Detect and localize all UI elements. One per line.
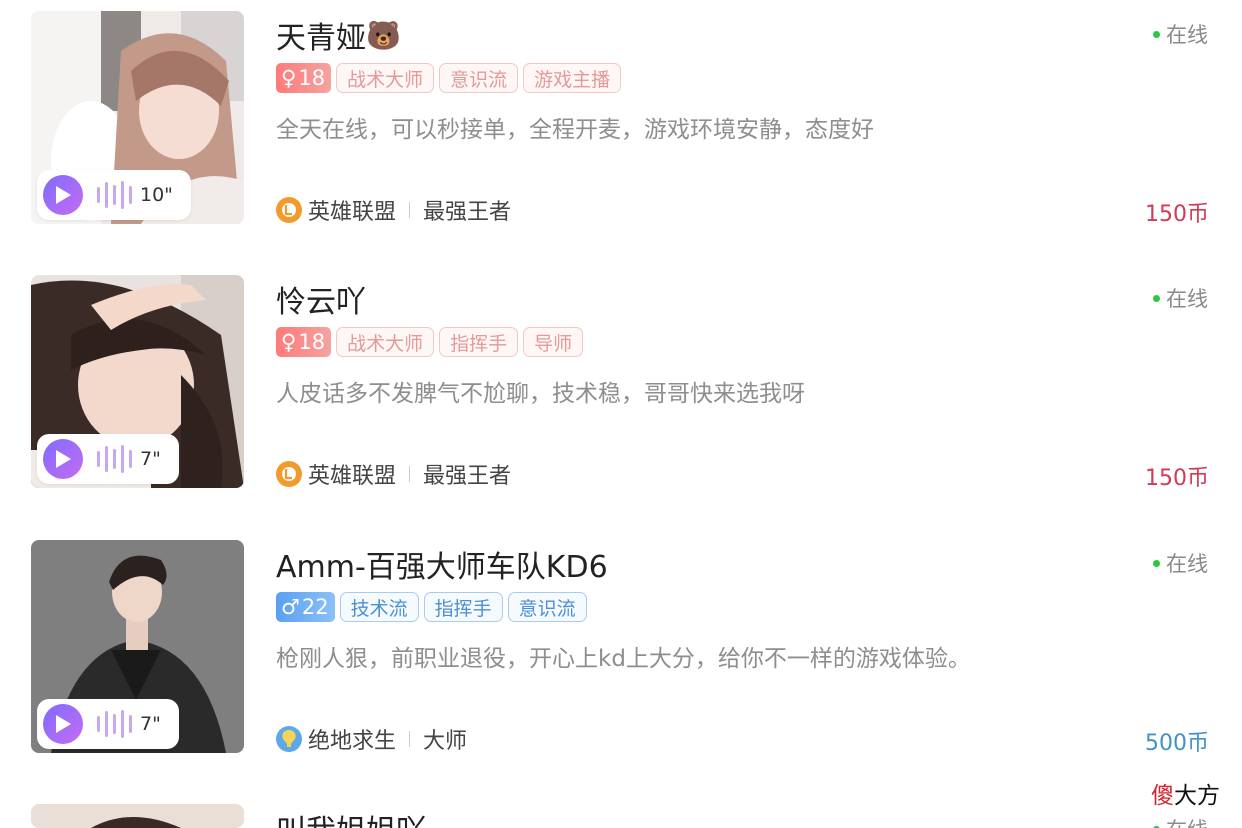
avatar[interactable]: 7" [31,540,244,753]
price: 500币 [1145,731,1209,756]
online-dot-icon [1153,30,1160,38]
online-dot-icon [1153,294,1160,302]
league-of-legends-icon [276,197,302,223]
online-status: 在线 [1153,548,1208,578]
avatar[interactable] [31,804,244,828]
game-info: 英雄联盟 最强王者 [276,458,511,490]
skill-tag: 导师 [523,327,584,357]
avatar-photo [31,804,244,828]
player-description: 枪刚人狠，前职业退役，开心上kd上大分，给你不一样的游戏体验。 [276,646,971,672]
online-dot-icon [1153,559,1160,567]
avatar[interactable]: 10" [31,11,244,224]
avatar[interactable]: 7" [31,275,244,488]
player-name[interactable]: 叫我姐姐吖 [276,806,426,828]
voice-intro-button[interactable]: 10" [37,170,191,220]
divider [409,202,411,218]
game-name: 英雄联盟 [308,200,397,225]
voice-duration: 7" [140,448,161,470]
rank: 最强王者 [423,464,512,489]
game-name: 英雄联盟 [308,464,397,489]
voice-intro-button[interactable]: 7" [37,434,179,484]
player-card[interactable]: 7" 怜云吖 在线 ♀ 18 战术大师 指挥手 导师 人皮话多不发脾气不尬聊，技… [0,275,1242,505]
divider [409,466,411,482]
online-status: 在线 [1153,19,1208,49]
player-card[interactable]: 7" Amm-百强大师车队KD6 在线 ♂ 22 技术流 指挥手 意识流 枪刚人… [0,540,1242,770]
voice-duration: 7" [140,713,161,735]
soundwave-icon [97,445,132,473]
rank: 大师 [423,729,468,754]
divider [409,731,411,747]
game-info: 绝地求生 大师 [276,723,467,755]
bear-emoji-icon: 🐻 [366,18,401,52]
tag-row: ♀ 18 战术大师 指挥手 导师 [276,327,584,357]
skill-tag: 指挥手 [439,327,519,357]
male-icon: ♂ [281,595,300,619]
female-icon: ♀ [281,330,297,354]
play-icon[interactable] [43,175,83,215]
female-icon: ♀ [281,66,297,90]
play-icon[interactable] [43,704,83,744]
player-card[interactable]: 10" 天青娅 🐻 在线 ♀ 18 战术大师 意识流 游戏主播 全天在线，可以秒… [0,11,1242,241]
skill-tag: 游戏主播 [523,63,622,93]
gender-age-badge: ♀ 18 [276,327,332,357]
pubg-icon [276,726,302,752]
player-description: 全天在线，可以秒接单，全程开麦，游戏环境安静，态度好 [276,117,874,143]
play-icon[interactable] [43,439,83,479]
voice-intro-button[interactable]: 7" [37,699,179,749]
online-status: 在线 [1153,814,1208,828]
rank: 最强王者 [423,200,512,225]
price: 150币 [1145,202,1209,227]
gender-age-badge: ♂ 22 [276,592,335,622]
watermark: 傻大方 [1151,783,1220,809]
skill-tag: 意识流 [507,592,587,622]
player-card[interactable]: 叫我姐姐吖 在线 [0,804,1242,828]
league-of-legends-icon [276,461,302,487]
tag-row: ♀ 18 战术大师 意识流 游戏主播 [276,63,622,93]
soundwave-icon [97,710,132,738]
player-description: 人皮话多不发脾气不尬聊，技术稳，哥哥快来选我呀 [276,381,805,407]
gender-age-badge: ♀ 18 [276,63,332,93]
skill-tag: 意识流 [439,63,519,93]
player-name[interactable]: 怜云吖 [276,277,366,321]
game-name: 绝地求生 [308,729,397,754]
game-info: 英雄联盟 最强王者 [276,194,511,226]
skill-tag: 指挥手 [423,592,503,622]
tag-row: ♂ 22 技术流 指挥手 意识流 [276,592,587,622]
skill-tag: 战术大师 [336,327,435,357]
skill-tag: 战术大师 [336,63,435,93]
online-status: 在线 [1153,283,1208,313]
player-name[interactable]: Amm-百强大师车队KD6 [276,542,608,586]
price: 150币 [1145,466,1209,491]
skill-tag: 技术流 [339,592,419,622]
soundwave-icon [97,181,132,209]
voice-duration: 10" [140,184,173,206]
player-name[interactable]: 天青娅 🐻 [276,13,401,57]
